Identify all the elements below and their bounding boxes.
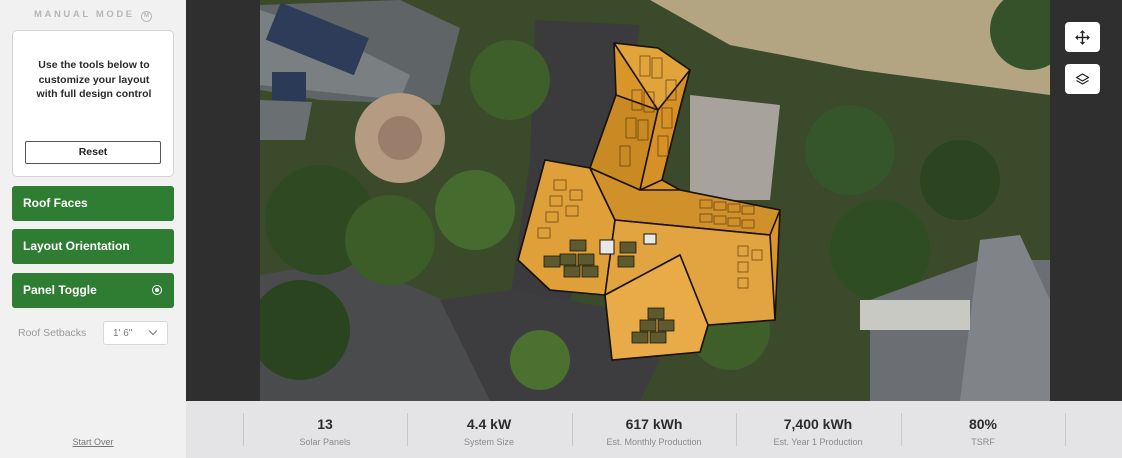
- roof-faces-label: Roof Faces: [23, 196, 88, 210]
- stats-bar: 13 Solar Panels 4.4 kW System Size 617 k…: [186, 401, 1122, 458]
- move-button[interactable]: [1065, 22, 1100, 52]
- stat-system-size: 4.4 kW System Size: [407, 401, 571, 458]
- skylight: [643, 233, 657, 245]
- solar-panel: [619, 241, 637, 254]
- stat-value: 617 kWh: [625, 416, 683, 432]
- layout-orientation-button[interactable]: Layout Orientation: [12, 229, 174, 264]
- manual-mode-icon: M: [140, 11, 152, 22]
- info-text: Use the tools below to customize your la…: [36, 59, 152, 100]
- stat-label: TSRF: [971, 437, 995, 447]
- sidebar: MANUAL MODE M Use the tools below to cus…: [0, 0, 186, 458]
- solar-panel: [559, 253, 577, 266]
- stat-year1-production: 7,400 kWh Est. Year 1 Production: [736, 401, 900, 458]
- solar-panel: [649, 331, 667, 344]
- satellite-map[interactable]: [260, 0, 1050, 401]
- roof-setbacks-value: 1' 6": [113, 328, 133, 339]
- skylight: [599, 239, 615, 255]
- panel-toggle-button[interactable]: Panel Toggle: [12, 273, 174, 308]
- stat-label: Est. Year 1 Production: [773, 437, 863, 447]
- divider: [1065, 413, 1066, 446]
- solar-panel: [577, 253, 595, 266]
- solar-panel: [639, 319, 657, 332]
- panel-toggle-label: Panel Toggle: [23, 283, 97, 297]
- stat-label: Est. Monthly Production: [606, 437, 702, 447]
- start-over-link[interactable]: Start Over: [0, 437, 186, 447]
- stat-tsrf: 80% TSRF: [901, 401, 1065, 458]
- solar-panel: [543, 255, 561, 268]
- solar-panel: [581, 265, 599, 278]
- stat-value: 80%: [968, 416, 998, 432]
- roof-setbacks-label: Roof Setbacks: [18, 327, 87, 339]
- toggle-icon: [152, 285, 162, 295]
- mode-title-text: MANUAL MODE: [34, 9, 135, 20]
- layers-icon: [1075, 73, 1090, 85]
- move-icon: [1075, 30, 1090, 45]
- stat-label: Solar Panels: [299, 437, 351, 447]
- solar-panel: [563, 265, 581, 278]
- courtyard: [690, 95, 780, 200]
- solar-panel: [657, 319, 675, 332]
- solar-panel: [647, 307, 665, 320]
- chevron-down-icon: [148, 326, 158, 336]
- layers-button[interactable]: [1065, 64, 1100, 94]
- roof-setbacks-select[interactable]: 1' 6": [103, 321, 168, 345]
- roof-faces-button[interactable]: Roof Faces: [12, 186, 174, 221]
- stat-value: 7,400 kWh: [783, 416, 853, 432]
- stat-label: System Size: [463, 437, 514, 447]
- mode-title: MANUAL MODE M: [0, 9, 186, 22]
- stat-solar-panels: 13 Solar Panels: [243, 401, 407, 458]
- info-card: Use the tools below to customize your la…: [12, 30, 174, 177]
- layout-orientation-label: Layout Orientation: [23, 239, 130, 253]
- reset-button[interactable]: Reset: [25, 141, 161, 164]
- stat-value: 4.4 kW: [466, 416, 512, 432]
- solar-panel: [631, 331, 649, 344]
- stat-value: 13: [317, 416, 333, 432]
- solar-panel: [617, 255, 635, 268]
- solar-panel: [569, 239, 587, 252]
- stat-monthly-production: 617 kWh Est. Monthly Production: [572, 401, 736, 458]
